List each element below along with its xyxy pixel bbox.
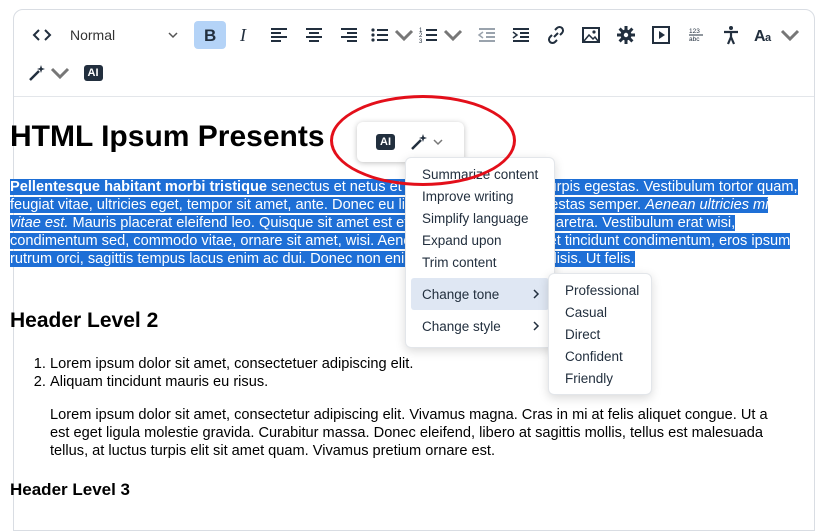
- tone-professional[interactable]: Professional: [549, 279, 651, 301]
- ai-badge-icon: AI: [83, 65, 103, 81]
- header-level-3: Header Level 3: [10, 480, 131, 499]
- magic-wand-icon: [28, 65, 45, 81]
- toolbar: Normal B I 123 123 abc A a AI: [14, 10, 814, 97]
- align-center-icon: [306, 28, 322, 42]
- numbered-list-icon: 123: [419, 28, 437, 45]
- accessibility-icon: [724, 26, 738, 45]
- list-item: Aliquam tincidunt mauris eu risus.: [50, 373, 790, 391]
- settings-button[interactable]: [611, 21, 641, 49]
- nested-paragraph: Lorem ipsum dolor sit amet, consectetur …: [50, 407, 768, 459]
- align-right-button[interactable]: [333, 21, 365, 49]
- chevron-down-icon: [168, 32, 178, 39]
- block-format-select[interactable]: Normal: [64, 21, 186, 49]
- font-size-icon: Aa: [754, 28, 772, 45]
- indent-button[interactable]: [506, 21, 536, 49]
- image-icon: [582, 27, 600, 43]
- wordcount-button[interactable]: 123 abc: [681, 21, 711, 49]
- svg-text:a: a: [765, 32, 772, 44]
- align-left-icon: [271, 28, 287, 42]
- menu-item-change-tone[interactable]: Change tone: [411, 278, 549, 310]
- svg-text:123: 123: [689, 28, 700, 35]
- chevron-down-icon: [394, 29, 414, 42]
- document-title: HTML Ipsum Presents: [10, 120, 325, 153]
- menu-item-trim-content[interactable]: Trim content: [406, 251, 554, 273]
- wordcount-icon: 123abc: [689, 28, 703, 43]
- ai-assistant-button[interactable]: AI: [78, 59, 108, 87]
- chevron-down-icon: [50, 67, 69, 80]
- gear-icon: [617, 26, 635, 44]
- indent-icon: [512, 28, 529, 42]
- menu-item-improve-writing[interactable]: Improve writing: [406, 185, 554, 207]
- numbered-list-button[interactable]: 123: [419, 21, 463, 49]
- outdent-button[interactable]: [472, 21, 502, 49]
- accessibility-button[interactable]: [716, 21, 746, 49]
- align-center-button[interactable]: [298, 21, 330, 49]
- chevron-down-icon: [443, 29, 463, 42]
- paragraph-text-2: Mauris placerat eleifend leo. Quisque si…: [10, 215, 791, 267]
- italic-button[interactable]: I: [228, 21, 260, 49]
- menu-item-label: Change style: [422, 318, 501, 334]
- svg-text:abc: abc: [689, 36, 700, 43]
- list-item: Lorem ipsum dolor sit amet, consectetuer…: [50, 355, 790, 373]
- svg-text:3: 3: [419, 39, 423, 45]
- font-size-button[interactable]: Aa: [752, 21, 802, 49]
- selected-paragraph[interactable]: Pellentesque habitant morbi tristique se…: [10, 178, 798, 268]
- menu-item-expand-upon[interactable]: Expand upon: [406, 229, 554, 251]
- ai-wand-button[interactable]: [26, 59, 70, 87]
- paragraph-bold-text: Pellentesque habitant morbi tristique: [10, 179, 268, 195]
- svg-text:I: I: [239, 25, 247, 45]
- menu-item-change-style[interactable]: Change style: [411, 310, 549, 342]
- code-icon: [32, 29, 52, 41]
- align-left-button[interactable]: [263, 21, 295, 49]
- menu-item-simplify-language[interactable]: Simplify language: [406, 207, 554, 229]
- bullet-list-button[interactable]: [370, 21, 414, 49]
- chevron-right-icon: [533, 289, 540, 299]
- menu-item-label: Change tone: [422, 286, 500, 302]
- italic-icon: I: [239, 25, 247, 45]
- source-code-button[interactable]: [26, 21, 58, 49]
- block-format-value: Normal: [70, 27, 116, 43]
- header-level-2: Header Level 2: [10, 309, 159, 332]
- svg-text:B: B: [204, 26, 216, 45]
- media-button[interactable]: [646, 21, 676, 49]
- chevron-right-icon: [533, 321, 540, 331]
- bold-icon: B: [204, 26, 216, 45]
- annotation-ring: [330, 95, 516, 186]
- link-button[interactable]: [541, 21, 571, 49]
- outdent-icon: [477, 28, 495, 42]
- bullet-list-icon: [371, 28, 388, 42]
- tone-direct[interactable]: Direct: [549, 323, 651, 345]
- tone-submenu: Professional Casual Direct Confident Fri…: [548, 273, 652, 395]
- align-right-icon: [341, 28, 357, 42]
- image-button[interactable]: [576, 21, 606, 49]
- chevron-down-icon: [780, 29, 800, 42]
- tone-friendly[interactable]: Friendly: [549, 367, 651, 389]
- tone-confident[interactable]: Confident: [549, 345, 651, 367]
- bold-button[interactable]: B: [194, 21, 226, 49]
- ordered-list: Lorem ipsum dolor sit amet, consectetuer…: [25, 355, 790, 391]
- tone-casual[interactable]: Casual: [549, 301, 651, 323]
- media-icon: [652, 26, 670, 44]
- link-icon: [547, 25, 565, 45]
